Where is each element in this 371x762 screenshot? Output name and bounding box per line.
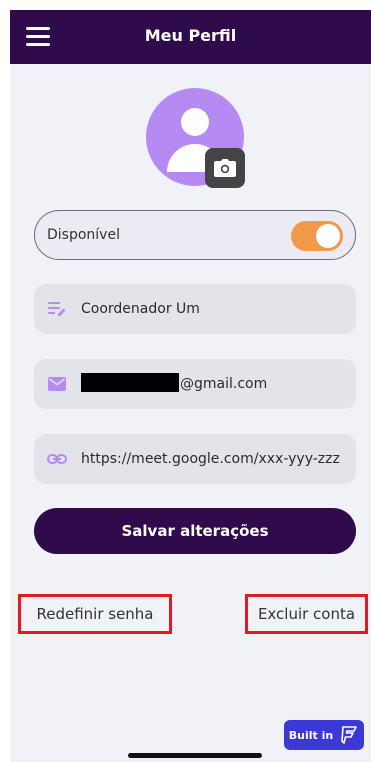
email-domain: @gmail.com: [180, 376, 268, 392]
meeting-link-field[interactable]: https://meet.google.com/xxx-yyy-zzz: [34, 434, 356, 484]
availability-toggle[interactable]: [291, 221, 343, 251]
delete-account-label: Excluir conta: [257, 605, 356, 623]
delete-account-button[interactable]: Excluir conta: [245, 594, 368, 634]
meeting-link-value: https://meet.google.com/xxx-yyy-zzz: [81, 451, 340, 467]
link-icon: [47, 454, 67, 464]
redacted-block: [81, 373, 179, 392]
email-field[interactable]: @gmail.com: [34, 359, 356, 409]
reset-password-button[interactable]: Redefinir senha: [18, 594, 172, 634]
availability-label: Disponível: [47, 227, 120, 243]
toggle-knob: [316, 224, 340, 248]
built-in-label: Built in: [288, 728, 334, 742]
change-photo-button[interactable]: [205, 148, 245, 188]
built-in-badge[interactable]: Built in: [284, 720, 364, 750]
mail-icon: [48, 377, 66, 391]
app-header: Meu Perfil: [10, 10, 371, 64]
builder-logo-icon: [341, 726, 358, 744]
edit-lines-icon: [48, 302, 66, 316]
page-title: Meu Perfil: [144, 26, 237, 45]
app-screen: Meu Perfil Disponível Coordenador Um @gm…: [10, 10, 371, 762]
availability-row: Disponível: [34, 210, 356, 260]
home-indicator: [128, 753, 262, 758]
camera-icon: [214, 159, 236, 177]
email-value: @gmail.com: [81, 373, 268, 392]
name-value: Coordenador Um: [81, 301, 200, 317]
reset-password-label: Redefinir senha: [36, 605, 154, 623]
name-field[interactable]: Coordenador Um: [34, 284, 356, 334]
save-changes-button[interactable]: Salvar alterações: [34, 508, 356, 554]
